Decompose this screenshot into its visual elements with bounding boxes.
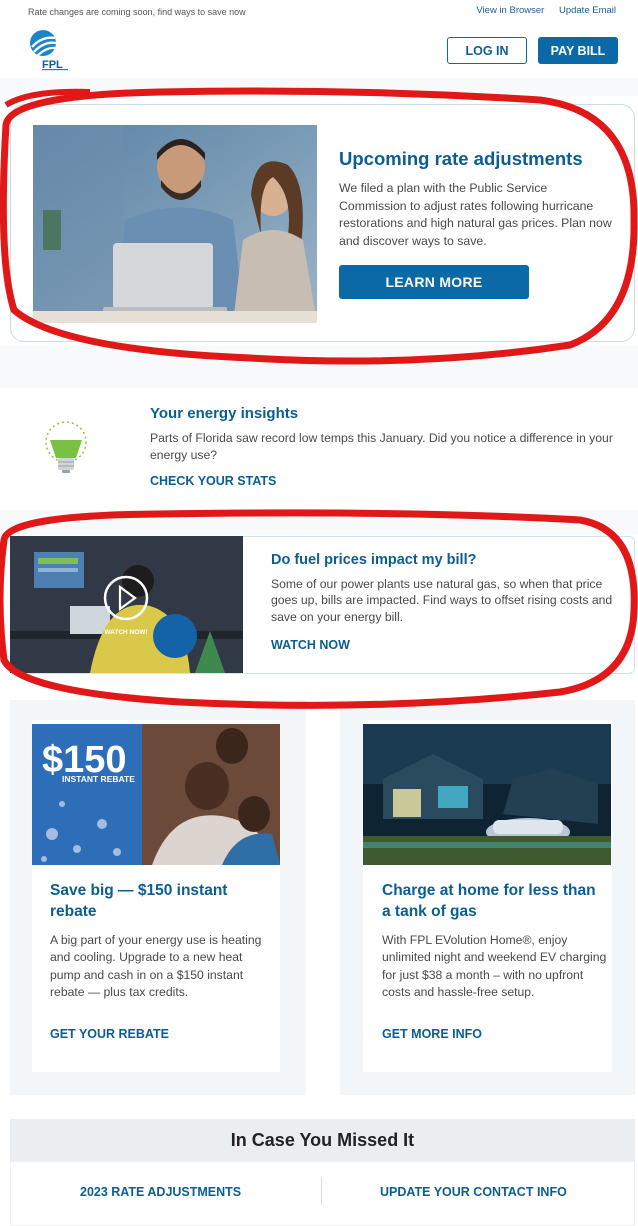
login-button[interactable]: LOG IN <box>447 37 527 64</box>
icymi-heading: In Case You Missed It <box>10 1119 635 1161</box>
update-contact-info-link[interactable]: UPDATE YOUR CONTACT INFO <box>380 1185 567 1199</box>
rebate-image: $150 INSTANT REBATE <box>32 724 280 865</box>
pay-bill-button[interactable]: PAY BILL <box>538 37 618 64</box>
lightbulb-icon <box>42 420 90 480</box>
hero-image <box>33 125 317 323</box>
view-in-browser-link[interactable]: View in Browser <box>476 5 544 16</box>
fuel-video-thumbnail[interactable]: WATCH NOW! <box>10 536 243 673</box>
hero-title: Upcoming rate adjustments <box>339 148 583 169</box>
ev-body: With FPL EVolution Home®, enjoy unlimite… <box>382 933 607 999</box>
rate-adjustments-link[interactable]: 2023 RATE ADJUSTMENTS <box>80 1185 241 1199</box>
people-at-laptop-photo-icon <box>33 125 317 323</box>
fuel-body: Some of our power plants use natural gas… <box>271 577 613 624</box>
fpl-logo[interactable]: FPL <box>26 28 78 72</box>
preheader-text: Rate changes are coming soon, find ways … <box>28 7 246 17</box>
insights-body: Parts of Florida saw record low temps th… <box>150 431 613 462</box>
rebate-body: A big part of your energy use is heating… <box>50 933 262 999</box>
fpl-logo-icon: FPL <box>30 30 68 71</box>
section-divider <box>0 510 638 534</box>
fuel-title: Do fuel prices impact my bill? <box>271 552 477 568</box>
ev-home-image <box>363 724 611 865</box>
preheader-bar: Rate changes are coming soon, find ways … <box>0 0 638 24</box>
section-divider <box>0 346 638 388</box>
check-your-stats-link[interactable]: CHECK YOUR STATS <box>150 474 276 488</box>
ev-title: Charge at home for less than a tank of g… <box>382 882 596 920</box>
watch-now-overlay: WATCH NOW! <box>104 629 147 636</box>
rebate-subtitle: INSTANT REBATE <box>62 774 135 784</box>
icymi-divider <box>321 1177 322 1205</box>
get-more-info-link[interactable]: GET MORE INFO <box>382 1027 482 1041</box>
rebate-title: Save big — $150 instant rebate <box>50 882 228 920</box>
update-email-link[interactable]: Update Email <box>559 5 616 16</box>
watch-now-link[interactable]: WATCH NOW <box>271 638 350 652</box>
preheader-links: View in Browser Update Email <box>464 5 616 16</box>
insights-title: Your energy insights <box>150 405 299 422</box>
learn-more-button[interactable]: LEARN MORE <box>339 265 529 299</box>
hero-body: We filed a plan with the Public Service … <box>339 181 612 248</box>
section-divider <box>0 78 638 96</box>
get-your-rebate-link[interactable]: GET YOUR REBATE <box>50 1027 169 1041</box>
